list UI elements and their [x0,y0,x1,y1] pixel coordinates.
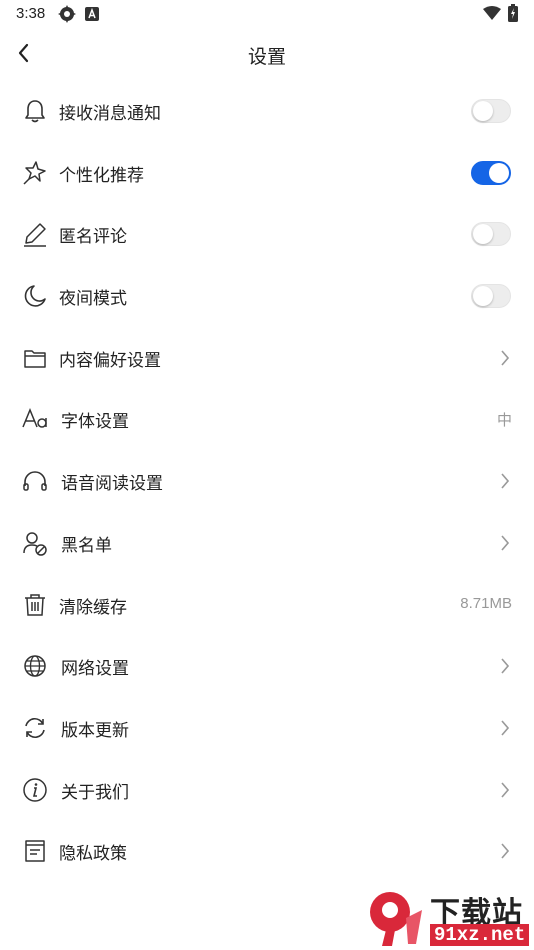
setting-row-network[interactable]: 网络设置 [0,635,534,697]
refresh-icon [25,717,45,738]
toggle-knob [473,286,493,307]
setting-row-content-preference[interactable]: 内容偏好设置 [0,327,534,389]
trash-icon [25,593,45,616]
setting-row-version-update[interactable]: 版本更新 [0,697,534,759]
setting-row-notifications[interactable]: 接收消息通知 [0,80,534,142]
toggle-knob [473,224,493,245]
setting-row-font[interactable]: 字体设置 中 [0,388,534,450]
setting-row-anonymous-comment[interactable]: 匿名评论 [0,203,534,265]
chevron-right-icon [501,473,510,489]
toggle-knob [489,162,509,183]
chevron-right-icon [501,782,510,798]
cache-size-value: 8.71MB [460,594,512,612]
setting-label: 个性化推荐 [59,165,144,186]
anonymous-comment-toggle[interactable] [471,222,511,247]
wifi-icon [483,6,501,20]
setting-label: 隐私政策 [59,844,127,865]
user-block-icon [23,532,47,556]
setting-label: 网络设置 [61,659,129,680]
personalized-toggle[interactable] [471,160,511,185]
settings-gear-icon [58,5,76,23]
settings-list: 接收消息通知 个性化推荐 匿名评论 夜间模式 内容偏好设置 字体设置 中 语音阅… [0,80,534,882]
chevron-right-icon [501,350,510,366]
setting-label: 黑名单 [61,535,112,556]
night-mode-toggle[interactable] [471,284,511,309]
a-notification-icon [85,7,99,21]
font-size-value: 中 [496,412,512,430]
chevron-right-icon [501,658,510,674]
notifications-toggle[interactable] [471,99,511,123]
setting-row-voice-reading[interactable]: 语音阅读设置 [0,450,534,512]
status-time: 3:38 [16,5,46,22]
watermark-logo-icon [370,892,422,946]
setting-label: 接收消息通知 [59,104,161,124]
headphones-icon [23,471,47,491]
pencil-icon [24,223,46,248]
setting-label: 内容偏好设置 [59,350,161,371]
moon-icon [24,285,46,307]
setting-row-blacklist[interactable]: 黑名单 [0,512,534,574]
setting-row-personalized[interactable]: 个性化推荐 [0,142,534,204]
sparkle-icon [23,160,46,185]
setting-label: 关于我们 [61,782,129,803]
info-icon [23,777,47,802]
setting-label: 版本更新 [61,720,129,741]
setting-row-privacy-policy[interactable]: 隐私政策 [0,820,534,882]
chevron-right-icon [501,720,510,736]
setting-label: 清除缓存 [59,597,127,618]
setting-label: 字体设置 [61,412,129,433]
chevron-right-icon [501,843,510,859]
setting-row-about[interactable]: 关于我们 [0,759,534,821]
bell-icon [25,100,45,123]
setting-label: 夜间模式 [59,289,127,310]
document-icon [25,840,45,862]
globe-icon [24,655,46,677]
page-title: 设置 [247,46,286,68]
watermark-url: 91xz.net [430,924,530,946]
font-aa-icon [22,408,47,429]
setting-label: 语音阅读设置 [61,474,163,495]
status-bar: 3:38 [0,0,534,28]
battery-charging-icon [508,4,518,22]
toggle-knob [473,101,493,121]
folder-icon [24,350,46,368]
setting-row-night-mode[interactable]: 夜间模式 [0,265,534,327]
setting-row-clear-cache[interactable]: 清除缓存 8.71MB [0,574,534,636]
setting-label: 匿名评论 [59,227,127,248]
watermark: 下载站 91xz.net [362,888,534,950]
chevron-right-icon [501,535,510,551]
header: 设置 [0,28,534,80]
